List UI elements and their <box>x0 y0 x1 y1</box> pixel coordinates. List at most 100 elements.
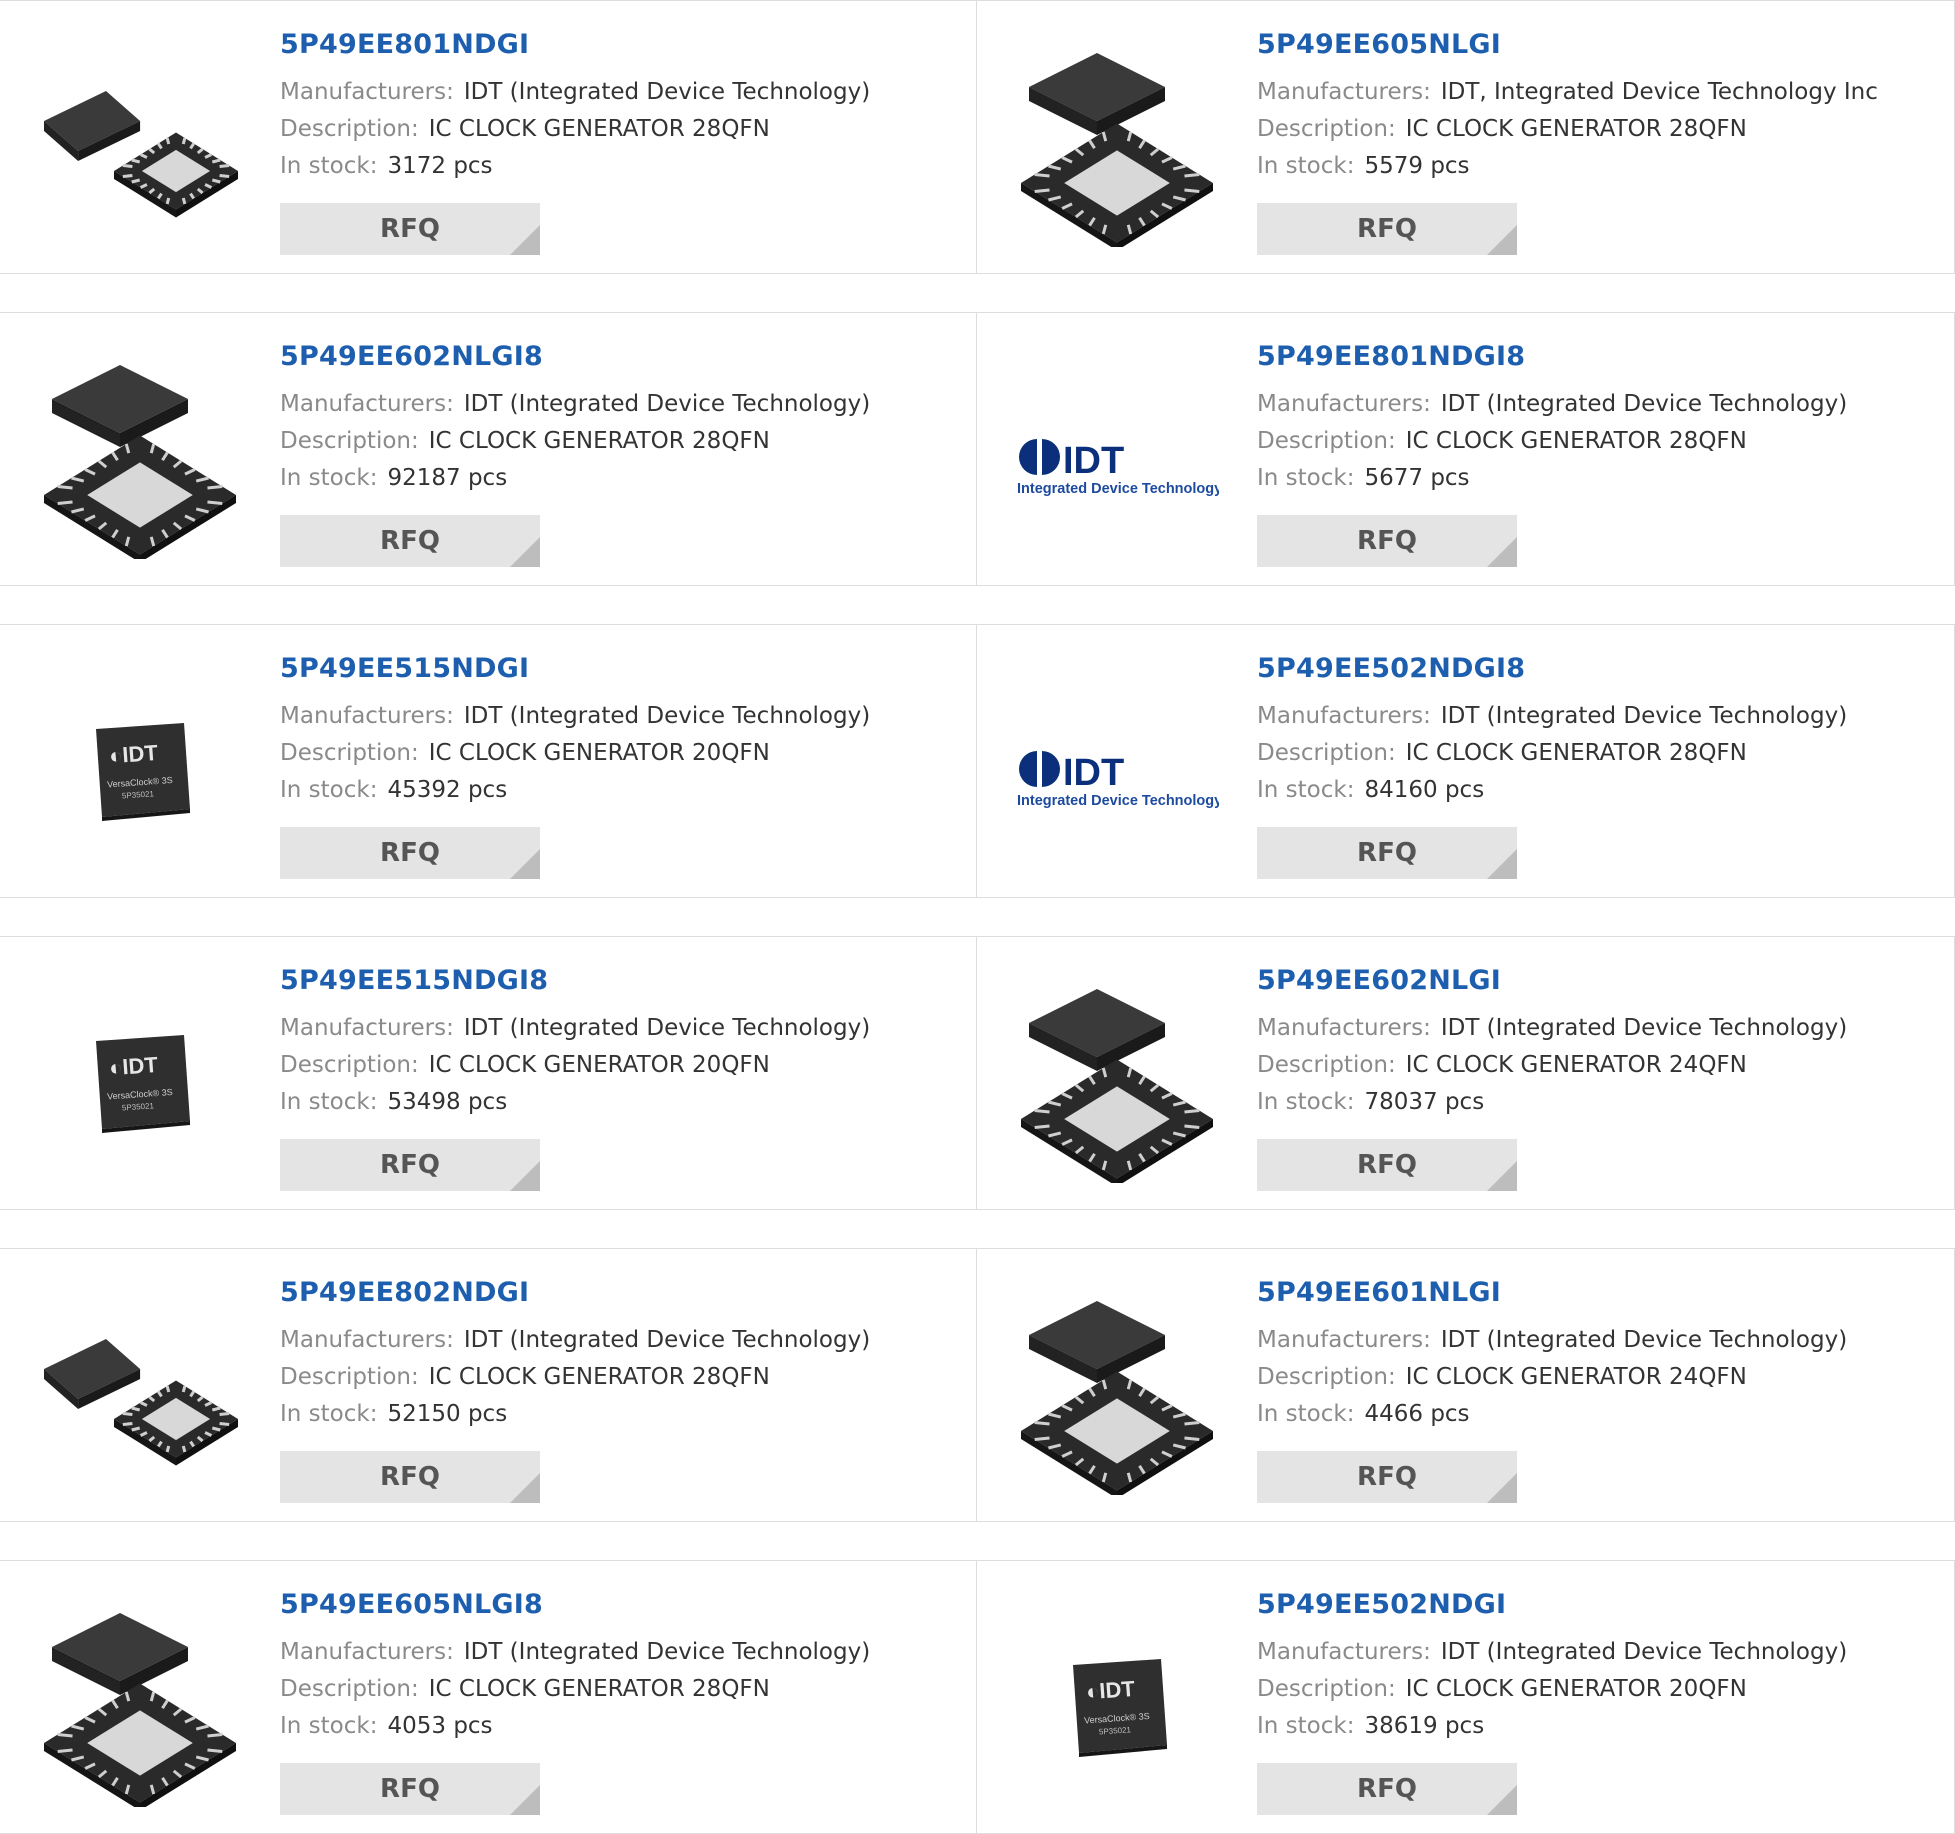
stock-label: In stock: <box>1257 1713 1355 1739</box>
svg-text:Integrated Device Technology: Integrated Device Technology <box>1017 481 1219 497</box>
product-part-number-link[interactable]: 5P49EE515NDGI <box>280 653 870 684</box>
rfq-button[interactable]: RFQ <box>1257 203 1517 255</box>
description-value: IC CLOCK GENERATOR 28QFN <box>428 1676 770 1702</box>
manufacturer-label: Manufacturers: <box>1257 1327 1431 1353</box>
description-label: Description: <box>280 116 419 142</box>
product-card: ◐IDT VersaClock® 3S 5P35021 5P49EE515NDG… <box>0 937 977 1209</box>
rfq-button-label: RFQ <box>380 1774 440 1804</box>
stock-label: In stock: <box>280 777 378 803</box>
product-image[interactable] <box>38 355 242 559</box>
description-label: Description: <box>1257 116 1396 142</box>
manufacturer-row: Manufacturers: IDT (Integrated Device Tec… <box>1257 1634 1847 1671</box>
corner-triangle-icon <box>510 1473 540 1503</box>
description-value: IC CLOCK GENERATOR 24QFN <box>1405 1052 1747 1078</box>
product-image[interactable]: IDT Integrated Device Technology <box>1015 355 1219 559</box>
stock-row: In stock: 5677 pcs <box>1257 460 1847 497</box>
rfq-button[interactable]: RFQ <box>280 203 540 255</box>
product-image[interactable]: ◐IDT VersaClock® 3S 5P35021 <box>1015 1603 1219 1807</box>
product-image[interactable]: ◐IDT VersaClock® 3S 5P35021 <box>38 979 242 1183</box>
description-label: Description: <box>280 1364 419 1390</box>
stock-row: In stock: 45392 pcs <box>280 772 870 809</box>
rfq-button[interactable]: RFQ <box>280 1451 540 1503</box>
product-card: IDT Integrated Device Technology 5P49EE5… <box>977 625 1955 897</box>
product-row: 5P49EE602NLGI8 Manufacturers: IDT (Integr… <box>0 312 1955 586</box>
rfq-button[interactable]: RFQ <box>280 1763 540 1815</box>
product-part-number-link[interactable]: 5P49EE602NLGI <box>1257 965 1847 996</box>
corner-triangle-icon <box>510 537 540 567</box>
svg-text:◐IDT: ◐IDT <box>108 1052 159 1080</box>
description-label: Description: <box>1257 1676 1396 1702</box>
description-row: Description: IC CLOCK GENERATOR 20QFN <box>280 735 870 772</box>
product-row: ◐IDT VersaClock® 3S 5P35021 5P49EE515NDG… <box>0 624 1955 898</box>
product-image[interactable] <box>1015 43 1219 247</box>
stock-row: In stock: 4466 pcs <box>1257 1396 1847 1433</box>
rfq-button[interactable]: RFQ <box>1257 1451 1517 1503</box>
idt-chip-icon: ◐IDT VersaClock® 3S 5P35021 <box>1073 1659 1167 1757</box>
product-part-number-link[interactable]: 5P49EE515NDGI8 <box>280 965 870 996</box>
product-image[interactable] <box>38 1291 242 1495</box>
stock-value: 5579 pcs <box>1364 153 1470 179</box>
corner-triangle-icon <box>1487 1473 1517 1503</box>
manufacturer-label: Manufacturers: <box>280 391 454 417</box>
description-value: IC CLOCK GENERATOR 28QFN <box>1405 428 1747 454</box>
product-image[interactable] <box>1015 979 1219 1183</box>
manufacturer-value: IDT (Integrated Device Technology) <box>463 1639 871 1665</box>
product-part-number-link[interactable]: 5P49EE502NDGI8 <box>1257 653 1847 684</box>
product-part-number-link[interactable]: 5P49EE602NLGI8 <box>280 341 870 372</box>
rfq-button[interactable]: RFQ <box>1257 1139 1517 1191</box>
product-part-number-link[interactable]: 5P49EE801NDGI <box>280 29 870 60</box>
product-part-number-link[interactable]: 5P49EE802NDGI <box>280 1277 870 1308</box>
stock-value: 5677 pcs <box>1364 465 1470 491</box>
product-card: 5P49EE605NLGI8 Manufacturers: IDT (Integr… <box>0 1561 977 1833</box>
stock-value: 3172 pcs <box>387 153 493 179</box>
product-image[interactable] <box>38 43 242 247</box>
rfq-button[interactable]: RFQ <box>280 1139 540 1191</box>
product-image[interactable] <box>38 1603 242 1807</box>
product-info: 5P49EE802NDGI Manufacturers: IDT (Integra… <box>280 1277 870 1433</box>
corner-triangle-icon <box>510 225 540 255</box>
product-part-number-link[interactable]: 5P49EE502NDGI <box>1257 1589 1847 1620</box>
description-value: IC CLOCK GENERATOR 24QFN <box>1405 1364 1747 1390</box>
product-part-number-link[interactable]: 5P49EE601NLGI <box>1257 1277 1847 1308</box>
description-row: Description: IC CLOCK GENERATOR 20QFN <box>280 1047 870 1084</box>
manufacturer-row: Manufacturers: IDT (Integrated Device Tec… <box>1257 698 1847 735</box>
manufacturer-row: Manufacturers: IDT (Integrated Device Tec… <box>280 698 870 735</box>
manufacturer-value: IDT, Integrated Device Technology Inc <box>1440 79 1878 105</box>
product-card: 5P49EE605NLGI Manufacturers: IDT, Integra… <box>977 1 1955 273</box>
rfq-button[interactable]: RFQ <box>280 515 540 567</box>
qfn-chip-icon <box>1021 1301 1213 1495</box>
manufacturer-row: Manufacturers: IDT (Integrated Device Tec… <box>1257 1010 1847 1047</box>
product-card: ◐IDT VersaClock® 3S 5P35021 5P49EE502NDG… <box>977 1561 1955 1833</box>
product-part-number-link[interactable]: 5P49EE605NLGI <box>1257 29 1878 60</box>
stock-label: In stock: <box>1257 777 1355 803</box>
manufacturer-label: Manufacturers: <box>280 1327 454 1353</box>
product-row: 5P49EE605NLGI8 Manufacturers: IDT (Integr… <box>0 1560 1955 1834</box>
rfq-button[interactable]: RFQ <box>1257 1763 1517 1815</box>
product-part-number-link[interactable]: 5P49EE605NLGI8 <box>280 1589 870 1620</box>
idt-chip-icon: ◐IDT VersaClock® 3S 5P35021 <box>96 1035 190 1133</box>
rfq-button[interactable]: RFQ <box>1257 515 1517 567</box>
product-image[interactable] <box>1015 1291 1219 1495</box>
qfn-chip-icon <box>44 365 236 559</box>
manufacturer-value: IDT (Integrated Device Technology) <box>463 1327 871 1353</box>
description-value: IC CLOCK GENERATOR 20QFN <box>428 1052 770 1078</box>
svg-text:IDT: IDT <box>1063 440 1124 482</box>
description-value: IC CLOCK GENERATOR 20QFN <box>428 740 770 766</box>
description-label: Description: <box>280 428 419 454</box>
rfq-button[interactable]: RFQ <box>1257 827 1517 879</box>
product-image[interactable]: ◐IDT VersaClock® 3S 5P35021 <box>38 667 242 871</box>
rfq-button[interactable]: RFQ <box>280 827 540 879</box>
description-row: Description: IC CLOCK GENERATOR 28QFN <box>280 423 870 460</box>
rfq-button-label: RFQ <box>380 1462 440 1492</box>
manufacturer-value: IDT (Integrated Device Technology) <box>463 391 871 417</box>
product-image[interactable]: IDT Integrated Device Technology <box>1015 667 1219 871</box>
corner-triangle-icon <box>510 849 540 879</box>
idt-logo-icon: IDT Integrated Device Technology <box>1017 439 1219 497</box>
manufacturer-label: Manufacturers: <box>1257 79 1431 105</box>
rfq-button-label: RFQ <box>380 1150 440 1180</box>
manufacturer-row: Manufacturers: IDT (Integrated Device Tec… <box>280 1010 870 1047</box>
manufacturer-value: IDT (Integrated Device Technology) <box>1440 703 1848 729</box>
description-label: Description: <box>280 1676 419 1702</box>
product-part-number-link[interactable]: 5P49EE801NDGI8 <box>1257 341 1847 372</box>
manufacturer-label: Manufacturers: <box>280 703 454 729</box>
